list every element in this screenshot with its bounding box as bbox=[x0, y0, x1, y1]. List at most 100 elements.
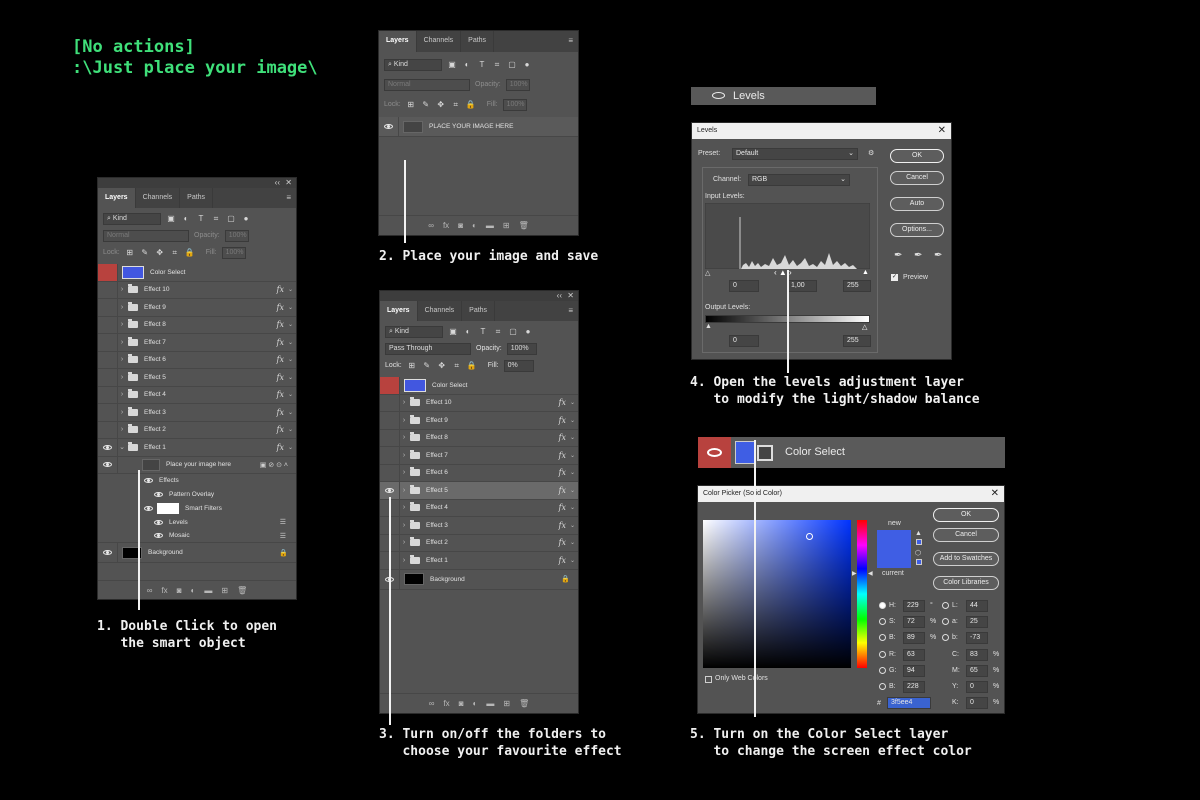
tab-layers[interactable]: Layers bbox=[380, 301, 418, 321]
white-eyedropper-icon[interactable]: ✒ bbox=[934, 250, 942, 261]
output-black-slider[interactable]: ▲ bbox=[705, 323, 712, 330]
fx-icon[interactable]: fx bbox=[277, 408, 284, 417]
input-black-slider[interactable]: △ bbox=[705, 269, 710, 277]
lock-pixels-icon[interactable]: ⊞ bbox=[125, 248, 135, 257]
preset-options-icon[interactable]: ⚙ bbox=[868, 149, 874, 157]
tab-paths[interactable]: Paths bbox=[180, 188, 214, 208]
close-icon[interactable]: ✕ bbox=[567, 291, 574, 300]
color-value-field[interactable]: 0 bbox=[966, 697, 988, 709]
visibility-toggle[interactable] bbox=[98, 316, 118, 333]
only-web-checkbox[interactable] bbox=[705, 676, 712, 683]
fx-icon[interactable]: fx bbox=[277, 373, 284, 382]
input-gamma-value[interactable]: 1,00 bbox=[787, 280, 817, 292]
color-select-layer-strip[interactable]: Color Select bbox=[698, 437, 1005, 468]
expand-chevron-icon[interactable]: › bbox=[118, 339, 126, 346]
visibility-toggle[interactable] bbox=[379, 117, 399, 136]
expand-chevron-icon[interactable]: › bbox=[400, 399, 408, 406]
blend-mode-select[interactable]: Normal bbox=[384, 78, 470, 91]
kind-filter[interactable]: ⌕ Kind bbox=[384, 58, 442, 71]
pattern-overlay-row[interactable]: Pattern Overlay bbox=[98, 487, 296, 501]
layer-group-effect[interactable]: › Effect 6 fx ⌄ bbox=[98, 351, 296, 369]
expand-chevron-icon[interactable]: › bbox=[118, 374, 126, 381]
expand-chevron-icon[interactable]: › bbox=[400, 504, 408, 511]
layer-place-image[interactable]: PLACE YOUR IMAGE HERE bbox=[379, 117, 578, 137]
fx-icon[interactable]: fx bbox=[559, 433, 566, 442]
fx-icon[interactable]: fx bbox=[559, 556, 566, 565]
eye-icon[interactable] bbox=[154, 533, 163, 538]
filter-toggle-icon[interactable]: ● bbox=[522, 60, 532, 69]
adjustment-filter-icon[interactable]: ◐ bbox=[181, 214, 191, 223]
expand-chevron-icon[interactable]: › bbox=[118, 304, 126, 311]
new-layer-icon[interactable]: ⊞ bbox=[503, 699, 510, 708]
effects-row[interactable]: Effects bbox=[98, 474, 296, 487]
fx-icon[interactable]: fx bbox=[277, 443, 284, 452]
color-value-field[interactable]: -73 bbox=[966, 632, 988, 644]
layer-group-effect[interactable]: › Effect 7 fx ⌄ bbox=[380, 447, 578, 465]
lock-artboard-icon[interactable]: ⌗ bbox=[452, 361, 462, 371]
expand-chevron-icon[interactable]: › bbox=[400, 417, 408, 424]
eye-icon[interactable] bbox=[154, 519, 163, 525]
group-icon[interactable]: ▬ bbox=[204, 586, 212, 595]
web-swatch[interactable] bbox=[916, 559, 922, 565]
lock-artboard-icon[interactable]: ⌗ bbox=[170, 248, 180, 258]
color-value-field[interactable]: 228 bbox=[903, 681, 925, 693]
layer-group-effect[interactable]: › Effect 8 fx ⌄ bbox=[98, 316, 296, 334]
levels-layer-strip[interactable]: Levels bbox=[691, 87, 876, 105]
channel-radio[interactable] bbox=[942, 602, 949, 609]
chevron-down-icon[interactable]: ⌄ bbox=[288, 339, 293, 346]
color-value-field[interactable]: 83 bbox=[966, 649, 988, 661]
expand-chevron-icon[interactable]: › bbox=[118, 426, 126, 433]
chevron-down-icon[interactable]: ⌄ bbox=[288, 304, 293, 311]
fx-icon[interactable]: fx bbox=[277, 303, 284, 312]
fx-icon[interactable]: fx bbox=[443, 221, 449, 230]
filter-options-icon[interactable]: ☰ bbox=[280, 518, 286, 526]
fx-icon[interactable]: fx bbox=[559, 416, 566, 425]
chevron-down-icon[interactable]: ⌄ bbox=[570, 504, 575, 511]
expand-chevron-icon[interactable]: ⌄ bbox=[118, 443, 126, 451]
smart-filters-row[interactable]: Smart Filters bbox=[98, 501, 296, 515]
close-icon[interactable]: ✕ bbox=[938, 123, 946, 139]
shape-filter-icon[interactable]: ⌗ bbox=[492, 60, 502, 70]
lock-brush-icon[interactable]: ✎ bbox=[422, 361, 432, 370]
filter-options-icon[interactable]: ☰ bbox=[280, 532, 286, 540]
channel-radio[interactable] bbox=[942, 618, 949, 625]
mask-icon[interactable]: ◙ bbox=[459, 699, 464, 708]
visibility-toggle[interactable] bbox=[380, 377, 400, 394]
fx-icon[interactable]: fx bbox=[277, 285, 284, 294]
color-field-cursor[interactable] bbox=[806, 533, 813, 540]
fx-icon[interactable]: fx bbox=[277, 425, 284, 434]
fx-icon[interactable]: fx bbox=[277, 355, 284, 364]
color-value-field[interactable]: 44 bbox=[966, 600, 988, 612]
mosaic-filter-row[interactable]: Mosaic ☰ bbox=[98, 529, 296, 543]
blend-mode-select[interactable]: Normal bbox=[103, 229, 189, 242]
cancel-button[interactable]: Cancel bbox=[933, 528, 999, 542]
mask-icon[interactable]: ◙ bbox=[177, 586, 182, 595]
visibility-toggle[interactable] bbox=[380, 394, 400, 411]
color-field[interactable] bbox=[703, 520, 851, 668]
link-icon[interactable]: ∞ bbox=[428, 221, 434, 230]
adjustment-icon[interactable]: ◐ bbox=[472, 221, 477, 230]
layer-group-effect[interactable]: › Effect 10 fx ⌄ bbox=[98, 281, 296, 299]
fx-icon[interactable]: fx bbox=[559, 468, 566, 477]
lock-pixels-icon[interactable]: ⊞ bbox=[406, 100, 416, 109]
expand-chevron-icon[interactable]: › bbox=[400, 452, 408, 459]
layer-group-effect[interactable]: › Effect 9 fx ⌄ bbox=[98, 299, 296, 317]
layer-group-effect[interactable]: › Effect 5 fx ⌄ bbox=[380, 482, 578, 500]
expand-chevron-icon[interactable]: › bbox=[400, 557, 408, 564]
visibility-toggle[interactable] bbox=[98, 456, 118, 473]
layer-smart-object[interactable]: Place your image here ▣ ⊘ ⊙ ˄ bbox=[98, 456, 296, 474]
lock-all-icon[interactable]: 🔒 bbox=[467, 361, 477, 370]
fx-icon[interactable]: fx bbox=[559, 398, 566, 407]
chevron-down-icon[interactable]: ⌄ bbox=[288, 286, 293, 293]
lock-artboard-icon[interactable]: ⌗ bbox=[451, 100, 461, 110]
channel-radio[interactable] bbox=[879, 683, 886, 690]
link-icon[interactable]: ∞ bbox=[429, 699, 435, 708]
eye-icon[interactable] bbox=[154, 491, 163, 497]
panel-menu-icon[interactable]: ≡ bbox=[568, 306, 573, 315]
tab-paths[interactable]: Paths bbox=[461, 31, 495, 52]
tab-channels[interactable]: Channels bbox=[417, 31, 462, 52]
preview-checkbox[interactable]: ✓ bbox=[891, 274, 898, 281]
trash-icon[interactable]: 🗑 bbox=[519, 221, 529, 230]
layer-group-effect[interactable]: › Effect 1 fx ⌄ bbox=[380, 552, 578, 570]
filter-toggle-icon[interactable]: ● bbox=[523, 327, 533, 336]
